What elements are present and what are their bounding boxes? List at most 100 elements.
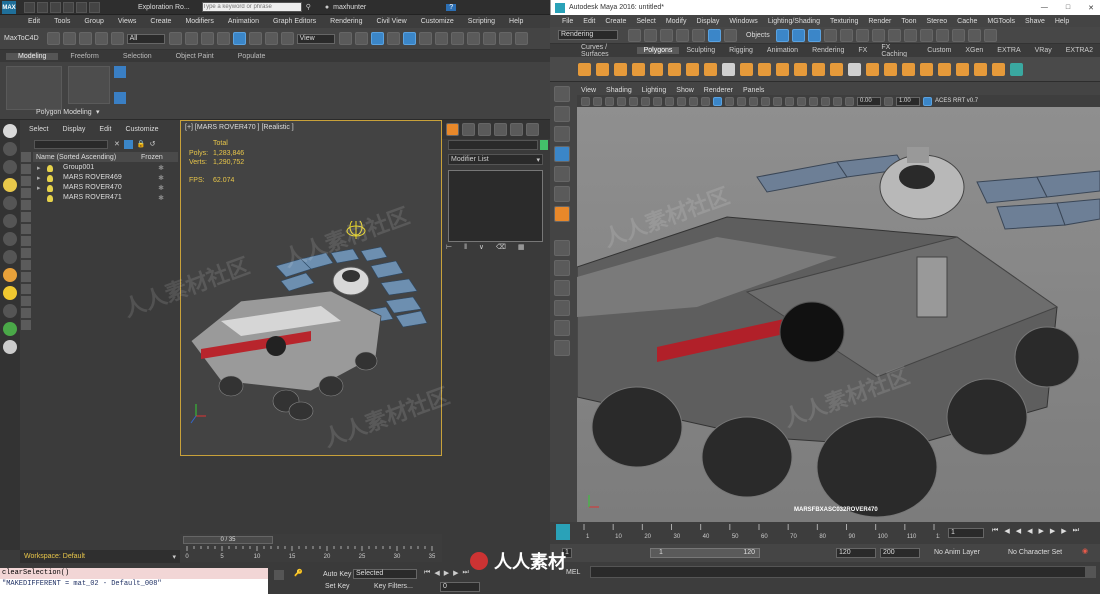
maya-menu-shave[interactable]: Shave — [1025, 18, 1045, 25]
menu-help[interactable]: Help — [509, 18, 523, 25]
snap-point-icon[interactable] — [807, 28, 821, 42]
clear-icon[interactable]: ✕ — [114, 140, 120, 148]
unlink-icon[interactable] — [94, 32, 108, 45]
name-column-header[interactable]: Name (Sorted Ascending) — [36, 154, 141, 161]
select-scale-icon[interactable] — [264, 32, 278, 45]
polygon-tools-group[interactable] — [6, 66, 62, 110]
isolate-select-icon[interactable] — [797, 96, 806, 106]
script-editor-icon[interactable] — [1086, 566, 1096, 578]
sync-icon[interactable]: ↺ — [150, 140, 156, 148]
spinner-snap-icon[interactable] — [434, 32, 448, 45]
hypershade-icon[interactable] — [903, 28, 917, 42]
maya-menu-render[interactable]: Render — [868, 18, 891, 25]
filter-geometry-icon[interactable] — [21, 152, 31, 162]
expand-icon[interactable]: ▸ — [37, 164, 41, 172]
filter-cameras-icon[interactable] — [21, 188, 31, 198]
xray-icon[interactable] — [809, 96, 818, 106]
ambient-occlusion-icon[interactable] — [773, 96, 782, 106]
textured-icon[interactable] — [737, 96, 746, 106]
render-settings-icon[interactable] — [887, 28, 901, 42]
tab-freeform[interactable]: Freeform — [58, 53, 110, 60]
maya-menu-stereo[interactable]: Stereo — [927, 18, 948, 25]
shelf-tab-fx[interactable]: FX — [851, 47, 874, 54]
max-search-input[interactable] — [201, 2, 302, 12]
time-slider[interactable]: 0 / 35 — [183, 536, 273, 544]
auto-key-icon[interactable]: ◉ — [1082, 547, 1088, 555]
maya-logo-icon[interactable] — [555, 2, 565, 13]
filter-xrefs-icon[interactable] — [21, 236, 31, 246]
film-gate-icon[interactable] — [641, 96, 650, 106]
poly-sphere-icon[interactable] — [578, 62, 591, 76]
objects-mode-label[interactable]: Objects — [746, 32, 770, 39]
frozen-icon[interactable]: ✱ — [158, 164, 164, 172]
explorer-find-input[interactable] — [34, 139, 108, 149]
motion-tab-icon[interactable] — [494, 123, 507, 136]
workspace-selector[interactable]: Workspace: Default ▾ — [20, 550, 180, 563]
poly-torus-icon[interactable] — [668, 62, 681, 76]
shelf-tab-custom[interactable]: Custom — [920, 47, 958, 54]
frozen-icon[interactable]: ✱ — [158, 184, 164, 192]
current-frame-field[interactable]: 0 — [440, 582, 480, 592]
smooth-icon[interactable] — [776, 62, 789, 76]
align-icon[interactable] — [466, 32, 480, 45]
maya-menu-toon[interactable]: Toon — [901, 18, 916, 25]
explorer-menu-customize[interactable]: Customize — [125, 126, 158, 133]
selection-gizmo[interactable] — [346, 221, 366, 239]
max-user-name[interactable]: maxhunter — [333, 4, 366, 11]
go-to-end-icon[interactable]: ⏭ — [462, 569, 468, 577]
pivot-icon[interactable] — [338, 32, 352, 45]
mel-label[interactable]: MEL — [566, 569, 580, 576]
angle-snap-icon[interactable] — [402, 32, 416, 45]
filter-containers-icon[interactable] — [21, 260, 31, 270]
character-set-select[interactable]: No Character Set — [1008, 549, 1062, 556]
shelf-tab-rigging[interactable]: Rigging — [722, 47, 760, 54]
minimize-icon[interactable]: — — [1041, 4, 1048, 11]
select-by-name-icon[interactable] — [184, 32, 198, 45]
maya-menu-mgtools[interactable]: MGTools — [987, 18, 1015, 25]
modifier-stack[interactable] — [448, 170, 543, 242]
reference-coordinate-select[interactable]: View — [296, 33, 335, 44]
filter-helpers-icon[interactable] — [21, 200, 31, 210]
render-setup-icon[interactable] — [919, 28, 933, 42]
maya-time-slider[interactable]: 1102030405060708090100110120 1 ⏮ ◀ ◀ ◀ ▶… — [550, 522, 1100, 544]
shadows-icon[interactable] — [761, 96, 770, 106]
list-item[interactable]: ▸ MARS ROVER469 ✱ — [33, 174, 178, 184]
viewport-menu-renderer[interactable]: Renderer — [704, 87, 733, 94]
teapot-icon[interactable] — [3, 142, 17, 156]
rotate-tool-icon[interactable] — [554, 166, 570, 182]
systems-icon[interactable] — [3, 250, 17, 264]
menu-group[interactable]: Group — [84, 18, 103, 25]
display-tab-icon[interactable] — [510, 123, 523, 136]
camera-icon[interactable] — [3, 196, 17, 210]
close-icon[interactable]: ✕ — [1088, 4, 1094, 12]
viewport-menu-show[interactable]: Show — [676, 87, 694, 94]
select-move-icon[interactable] — [232, 32, 246, 45]
shelf-tab-extra[interactable]: EXTRA — [990, 47, 1027, 54]
ipr-render-icon[interactable] — [871, 28, 885, 42]
percent-snap-icon[interactable] — [418, 32, 432, 45]
viewport-menu-view[interactable]: View — [581, 87, 596, 94]
anim-layer-select[interactable]: No Anim Layer — [934, 549, 980, 556]
filter-icon[interactable] — [123, 139, 133, 149]
combine-icon[interactable] — [722, 62, 735, 76]
range-slider-bar[interactable]: 1 120 — [650, 548, 760, 558]
gamma-field[interactable]: 1.00 — [896, 96, 920, 106]
wireframe-on-shaded-icon[interactable] — [725, 96, 734, 106]
tab-modeling[interactable]: Modeling — [6, 52, 59, 60]
maximize-icon[interactable]: □ — [1066, 4, 1070, 11]
mirror-geometry-icon[interactable] — [992, 62, 1005, 76]
play-forwards-icon[interactable]: ▶ — [1038, 527, 1043, 535]
light-bulb-icon[interactable] — [47, 195, 53, 202]
object-name-field[interactable] — [448, 140, 538, 150]
camera-attributes-icon[interactable] — [593, 96, 602, 106]
safe-action-icon[interactable] — [689, 96, 698, 106]
keyboard-shortcut-icon[interactable] — [370, 32, 384, 45]
polygon-modeling-panel[interactable]: Polygon Modeling — [36, 109, 92, 116]
light-icon[interactable] — [3, 178, 17, 192]
auto-map-icon[interactable] — [974, 62, 987, 76]
rect-selection-icon[interactable] — [200, 32, 214, 45]
four-view-layout-icon[interactable] — [554, 260, 570, 276]
persp-graph-layout-icon[interactable] — [554, 300, 570, 316]
maya-viewport[interactable]: MARSFBXASC032ROVER470 — [577, 107, 1100, 522]
select-rotate-icon[interactable] — [248, 32, 262, 45]
